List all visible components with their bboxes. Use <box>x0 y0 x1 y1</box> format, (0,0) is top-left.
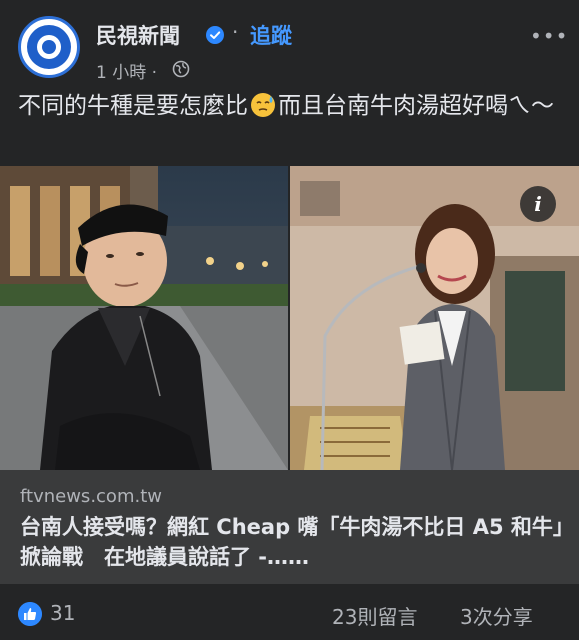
info-icon[interactable]: i <box>520 186 556 222</box>
follow-button[interactable]: 追蹤 <box>250 20 292 50</box>
caption-text-2: 而且台南牛肉湯超好喝ㄟ～ <box>278 93 554 119</box>
like-count[interactable]: 31 <box>50 601 75 625</box>
caption-text-1: 不同的牛種是要怎麼比 <box>18 93 248 119</box>
share-count[interactable]: 3次分享 <box>460 601 533 630</box>
more-options-icon[interactable]: ••• <box>530 24 568 48</box>
photo-man-in-cap <box>0 166 288 470</box>
avatar-logo-ring <box>27 25 71 69</box>
post-time[interactable]: 1 小時 · <box>96 58 157 83</box>
page-avatar[interactable] <box>18 16 80 78</box>
comment-count[interactable]: 23則留言 <box>332 601 417 630</box>
globe-icon <box>172 60 190 78</box>
link-headline[interactable]: 台南人接受嗎？網紅 Cheap 嘴「牛肉湯不比日 A5 和牛」掀論戰 在地議員說… <box>20 512 565 572</box>
separator-dot: · <box>232 20 239 44</box>
page-name[interactable]: 民視新聞 <box>96 20 180 50</box>
post-header: 民視新聞 · 追蹤 ••• 1 小時 · <box>0 0 579 86</box>
link-preview-image[interactable] <box>0 166 579 470</box>
link-domain: ftvnews.com.tw <box>20 486 162 507</box>
thumbs-up-icon[interactable] <box>18 602 42 626</box>
post-caption: 不同的牛種是要怎麼比 而且台南牛肉湯超好喝ㄟ～ <box>18 90 563 122</box>
verified-badge-icon <box>206 26 224 44</box>
sweat-emoji-icon <box>251 93 275 117</box>
